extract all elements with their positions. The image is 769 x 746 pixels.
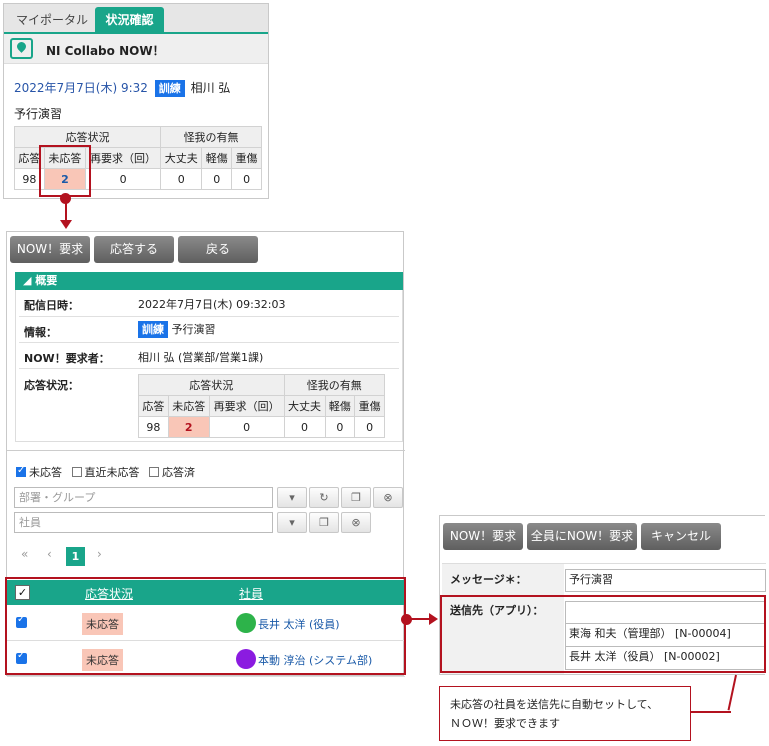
- info-value-line: 訓練 予行演習: [138, 321, 216, 338]
- info-label: 情報：: [24, 326, 57, 339]
- tab-status-check[interactable]: 状況確認: [95, 7, 164, 34]
- request-info: 予行演習: [14, 107, 63, 121]
- checkbox-icon[interactable]: [149, 467, 159, 477]
- val-ok: 0: [283, 416, 326, 438]
- tab-my-portal[interactable]: マイポータル: [7, 7, 97, 34]
- filter-unresponded[interactable]: 未応答: [16, 465, 62, 479]
- clear-icon[interactable]: ⊗: [341, 512, 371, 533]
- collapse-icon: ◢: [23, 274, 36, 287]
- divider: [442, 563, 766, 564]
- requester-value: 相川 弘 (営業部/営業1課): [138, 351, 264, 364]
- divider: [19, 368, 399, 369]
- filter-label: 直近未応答: [84, 466, 140, 479]
- note-line: 未応答の社員を送信先に自動セットして、: [450, 698, 659, 711]
- training-badge: 訓練: [154, 80, 185, 97]
- checkbox-icon[interactable]: [71, 467, 82, 477]
- callout-box-destination: [440, 595, 766, 673]
- col-ok: 大丈夫: [160, 147, 203, 169]
- request-line: 2022年7月7日(木) 9:32 訓練 相川 弘: [14, 79, 230, 97]
- refresh-icon[interactable]: ↻: [309, 487, 339, 508]
- val-rerequest: 0: [208, 416, 285, 438]
- first-page-icon[interactable]: «: [21, 547, 28, 561]
- col-serious: 重傷: [354, 395, 385, 417]
- request-all-button[interactable]: 全員にNOW！要求: [527, 523, 637, 550]
- col-ok: 大丈夫: [283, 395, 326, 417]
- section-title: 概要: [35, 274, 58, 287]
- dept-group-input[interactable]: 部署・グループ: [14, 487, 273, 508]
- prev-page-icon[interactable]: ‹: [47, 547, 52, 561]
- detail-status-table: 応答状況 怪我の有無 応答 未応答 再要求（回） 大丈夫 軽傷 重傷 98 2 …: [138, 374, 386, 438]
- val-rerequest: 0: [84, 168, 162, 190]
- filter-recent-unresponded[interactable]: 直近未応答: [71, 466, 140, 479]
- col-rerequest: 再要求（回）: [84, 147, 162, 169]
- status-label: 応答状況：: [24, 379, 79, 392]
- app-title: NI Collabo NOW！: [46, 44, 165, 58]
- dropdown-icon[interactable]: ▾: [277, 512, 307, 533]
- note-callout: 未応答の社員を送信先に自動セットして、 ＮＯＷ！要求できます: [439, 686, 691, 741]
- now-request-button[interactable]: NOW！要求: [10, 236, 90, 263]
- respond-button[interactable]: 応答する: [94, 236, 174, 263]
- divider: [19, 316, 399, 317]
- clear-icon[interactable]: ⊗: [373, 487, 403, 508]
- col-unresponded: 未応答: [167, 395, 210, 417]
- sent-value: 2022年7月7日(木) 09:32:03: [138, 298, 286, 311]
- val-responded: 98: [138, 416, 169, 438]
- callout-line: [727, 674, 737, 711]
- arrow-right-icon: [429, 613, 438, 625]
- info-value: 予行演習: [171, 323, 216, 336]
- val-minor: 0: [201, 168, 233, 190]
- next-page-icon[interactable]: ›: [97, 547, 102, 561]
- portlet-header: NI Collabo NOW！: [4, 34, 268, 64]
- callout-line: [65, 200, 67, 222]
- copy-icon[interactable]: ❐: [341, 487, 371, 508]
- divider: [7, 450, 405, 451]
- group-injury: 怪我の有無: [160, 126, 262, 148]
- message-input[interactable]: 予行演習: [565, 569, 766, 592]
- divider: [19, 342, 399, 343]
- requester-name: 相川 弘: [190, 81, 231, 95]
- group-injury: 怪我の有無: [283, 374, 386, 396]
- section-header[interactable]: ◢ 概要: [15, 272, 403, 290]
- callout-box-list: [5, 577, 406, 675]
- val-ok: 0: [160, 168, 203, 190]
- col-minor: 軽傷: [324, 395, 356, 417]
- portlet-tabs: マイポータル 状況確認: [4, 4, 268, 34]
- callout-box-unresponded: [39, 145, 91, 197]
- requester-label: NOW！要求者：: [24, 352, 110, 365]
- now-request-button[interactable]: NOW！要求: [443, 523, 523, 550]
- col-responded: 応答: [138, 395, 169, 417]
- filter-responded[interactable]: 応答済: [149, 466, 195, 479]
- arrow-down-icon: [60, 220, 72, 229]
- filter-label: 応答済: [162, 466, 195, 479]
- dropdown-icon[interactable]: ▾: [277, 487, 307, 508]
- employee-input[interactable]: 社員: [14, 512, 273, 533]
- val-serious: 0: [231, 168, 262, 190]
- note-line: ＮＯＷ！要求できます: [450, 717, 560, 730]
- cancel-button[interactable]: キャンセル: [641, 523, 721, 550]
- callout-line: [407, 618, 431, 620]
- filter-label: 未応答: [29, 466, 62, 479]
- info-training-badge: 訓練: [138, 321, 168, 338]
- sent-label: 配信日時：: [24, 299, 79, 312]
- request-datetime[interactable]: 2022年7月7日(木) 9:32: [14, 81, 148, 95]
- map-pin-icon: [10, 38, 33, 59]
- val-serious: 0: [354, 416, 385, 438]
- filter-checkboxes: 未応答 直近未応答 応答済: [16, 464, 195, 480]
- col-rerequest: 再要求（回）: [208, 395, 285, 417]
- col-serious: 重傷: [231, 147, 262, 169]
- callout-line: [691, 711, 731, 713]
- checkbox-checked-icon[interactable]: [16, 465, 26, 477]
- group-response: 応答状況: [138, 374, 285, 396]
- current-page[interactable]: 1: [66, 547, 85, 566]
- message-label: メッセージ＊：: [450, 573, 527, 586]
- back-button[interactable]: 戻る: [178, 236, 258, 263]
- val-minor: 0: [324, 416, 356, 438]
- copy-icon[interactable]: ❐: [309, 512, 339, 533]
- col-minor: 軽傷: [201, 147, 233, 169]
- val-unresponded[interactable]: 2: [167, 416, 210, 438]
